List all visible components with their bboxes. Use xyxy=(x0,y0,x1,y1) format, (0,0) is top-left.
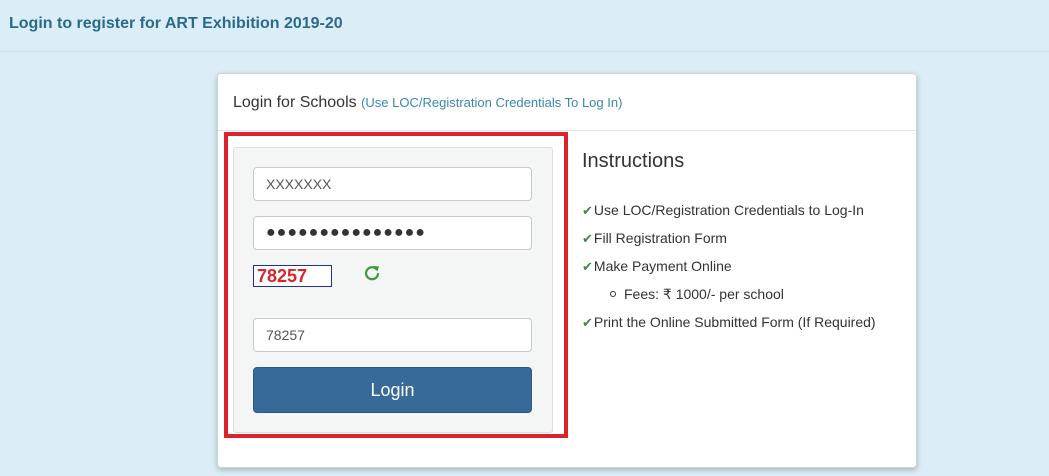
login-button[interactable]: Login xyxy=(253,367,532,413)
login-panel: Login for Schools (Use LOC/Registration … xyxy=(217,73,917,468)
refresh-captcha-icon[interactable] xyxy=(363,264,381,282)
instruction-subitem: Fees: ₹ 1000/- per school xyxy=(582,285,912,313)
instruction-item: ✔Make Payment Online xyxy=(582,257,912,285)
captcha-input[interactable] xyxy=(253,318,532,352)
instructions-section: Instructions ✔Use LOC/Registration Crede… xyxy=(582,150,902,330)
login-form-highlight: 78257 Login xyxy=(224,132,568,438)
panel-header: Login for Schools (Use LOC/Registration … xyxy=(218,74,916,131)
instruction-text: Fill Registration Form xyxy=(593,230,727,246)
instruction-text: Fees: ₹ 1000/- per school xyxy=(624,286,784,302)
instruction-item: ✔Print the Online Submitted Form (If Req… xyxy=(582,313,912,341)
captcha-image: 78257 xyxy=(253,265,332,287)
panel-subtitle: (Use LOC/Registration Credentials To Log… xyxy=(361,95,623,110)
instructions-list: ✔Use LOC/Registration Credentials to Log… xyxy=(582,201,912,341)
panel-title-text: Login for Schools xyxy=(233,94,357,111)
username-input[interactable] xyxy=(253,167,532,201)
check-icon: ✔ xyxy=(582,315,593,330)
check-icon: ✔ xyxy=(582,203,593,218)
instruction-text: Use LOC/Registration Credentials to Log-… xyxy=(593,202,864,218)
bullet-icon xyxy=(610,291,616,297)
page-title: Login to register for ART Exhibition 201… xyxy=(9,15,343,32)
instruction-item: ✔Fill Registration Form xyxy=(582,229,912,257)
panel-title: Login for Schools (Use LOC/Registration … xyxy=(233,94,622,112)
check-icon: ✔ xyxy=(582,231,593,246)
password-input[interactable] xyxy=(253,216,532,250)
instruction-text: Print the Online Submitted Form (If Requ… xyxy=(593,314,876,330)
instruction-item: ✔Use LOC/Registration Credentials to Log… xyxy=(582,201,912,229)
page-header: Login to register for ART Exhibition 201… xyxy=(0,0,1049,52)
instruction-text: Make Payment Online xyxy=(593,258,732,274)
login-form: 78257 Login xyxy=(233,147,553,433)
instructions-heading: Instructions xyxy=(582,150,685,172)
check-icon: ✔ xyxy=(582,259,593,274)
